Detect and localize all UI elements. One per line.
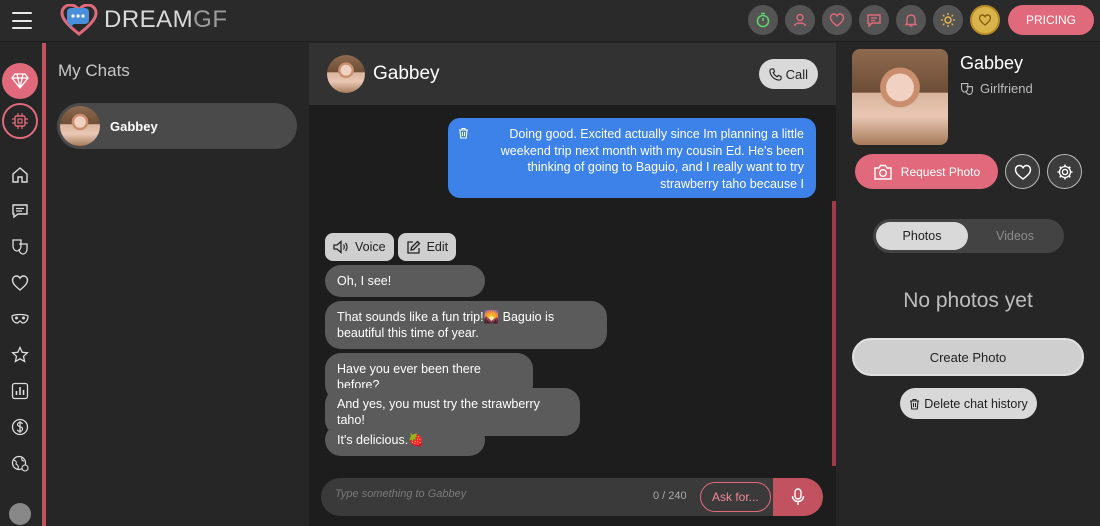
bell-icon[interactable] (895, 5, 926, 35)
bot-message-bubble: That sounds like a fun trip!🌄 Baguio is … (325, 301, 607, 349)
gold-heart-coin-icon[interactable] (969, 5, 1000, 35)
speaker-icon (333, 240, 348, 254)
diamond-icon[interactable] (2, 63, 38, 99)
chat-list-item-name: Gabbey (110, 118, 158, 134)
create-photo-button[interactable]: Create Photo (852, 338, 1084, 376)
menu-icon[interactable] (12, 12, 32, 29)
chat-icon[interactable] (858, 5, 889, 35)
stats-icon[interactable] (10, 381, 30, 401)
delete-chat-history-label: Delete chat history (924, 396, 1028, 411)
top-bar: DREAMGF PRICING (0, 0, 1100, 42)
home-icon[interactable] (10, 165, 30, 185)
profile-role: Girlfriend (960, 81, 1033, 96)
edit-icon (406, 240, 421, 254)
dollar-icon[interactable] (10, 417, 30, 437)
request-photo-button[interactable]: Request Photo (855, 154, 998, 189)
masks-icon[interactable] (10, 237, 30, 257)
globe-icon[interactable] (10, 453, 30, 473)
request-photo-label: Request Photo (900, 164, 981, 179)
chip-icon[interactable] (2, 103, 38, 139)
user-message-bubble: Doing good. Excited actually since Im pl… (448, 118, 816, 198)
heart-icon (1014, 164, 1031, 180)
media-tabs: Photos Videos (873, 219, 1064, 253)
profile-photo[interactable] (852, 49, 948, 145)
profile-panel: Gabbey Girlfriend Request Photo Photos V… (836, 43, 1100, 526)
voice-button-label: Voice (355, 240, 386, 254)
microphone-icon (791, 488, 805, 505)
top-icon-group: PRICING (741, 5, 1094, 35)
ask-for-button[interactable]: Ask for... (700, 482, 771, 512)
bot-message-bubble: Oh, I see! (325, 265, 485, 297)
gear-icon (1057, 164, 1072, 179)
avatar[interactable] (327, 55, 365, 93)
user-message-text: Doing good. Excited actually since Im pl… (500, 127, 804, 191)
call-button-label: Call (785, 66, 808, 82)
message-actions: Voice Edit (325, 233, 460, 261)
heart-icon[interactable] (821, 5, 852, 35)
chat-list-title: My Chats (58, 61, 130, 80)
message-input[interactable] (335, 488, 635, 500)
sun-icon[interactable] (932, 5, 963, 35)
conversation-header: Gabbey Call (309, 43, 836, 105)
delete-chat-history-button[interactable]: Delete chat history (900, 388, 1037, 419)
profile-avatar[interactable] (9, 503, 31, 525)
message-composer: 0 / 240 Ask for... (321, 478, 823, 516)
empty-state-text: No photos yet (903, 289, 1033, 312)
microphone-button[interactable] (773, 478, 823, 516)
heart-icon[interactable] (10, 273, 30, 293)
masks-icon (961, 82, 973, 95)
conversation-title: Gabbey (373, 63, 440, 84)
edit-button[interactable]: Edit (397, 233, 457, 261)
timer-icon[interactable] (747, 5, 778, 35)
chat-icon[interactable] (10, 201, 30, 221)
chat-list-item[interactable]: Gabbey (57, 103, 297, 149)
user-icon[interactable] (784, 5, 815, 35)
avatar (60, 106, 100, 146)
phone-icon (768, 67, 782, 81)
edit-button-label: Edit (426, 240, 449, 254)
logo[interactable]: DREAMGF (60, 4, 228, 36)
voice-button[interactable]: Voice (325, 233, 394, 261)
mask-icon[interactable] (10, 309, 30, 329)
bot-message-bubble: It's delicious.🍓 (325, 424, 485, 456)
logo-text: DREAMGF (104, 6, 228, 33)
conversation-panel: Gabbey Call Doing good. Excited actually… (309, 43, 836, 526)
trash-icon[interactable] (458, 127, 469, 139)
character-counter: 0 / 240 (653, 490, 687, 502)
profile-name: Gabbey (960, 53, 1024, 73)
chat-list-panel: My Chats Gabbey (46, 43, 309, 526)
left-sidebar (0, 43, 46, 526)
settings-button[interactable] (1047, 154, 1082, 189)
favorite-button[interactable] (1005, 154, 1040, 189)
heart-chat-logo-icon (60, 4, 98, 36)
camera-icon (874, 164, 892, 180)
profile-role-label: Girlfriend (980, 81, 1033, 96)
call-button[interactable]: Call (758, 59, 818, 89)
star-icon[interactable] (10, 345, 30, 365)
trash-icon (910, 398, 920, 410)
tab-videos[interactable]: Videos (969, 222, 1061, 250)
tab-photos[interactable]: Photos (876, 222, 968, 250)
pricing-button[interactable]: PRICING (1007, 5, 1094, 35)
